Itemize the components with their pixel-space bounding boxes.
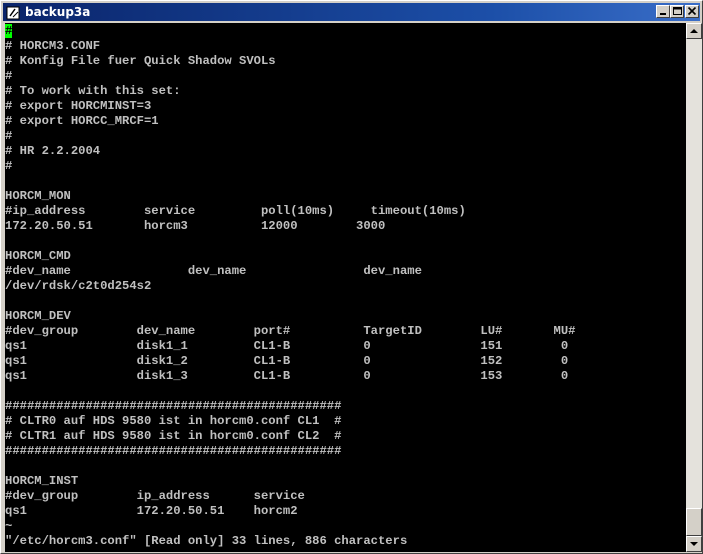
scroll-down-button[interactable] bbox=[686, 536, 702, 552]
close-button[interactable] bbox=[685, 5, 699, 18]
terminal-line: # CLTR1 auf HDS 9580 ist in horcm0.conf … bbox=[5, 429, 342, 443]
window-title: backup3a bbox=[25, 5, 91, 19]
maximize-button[interactable] bbox=[670, 5, 684, 18]
terminal-line: /dev/rdsk/c2t0d254s2 bbox=[5, 279, 152, 293]
vertical-scrollbar[interactable] bbox=[686, 23, 702, 552]
terminal-window: backup3a # # HORCM3.CONF # Konfig File fu… bbox=[0, 0, 703, 554]
terminal-app-icon[interactable] bbox=[6, 5, 20, 20]
terminal-line: HORCM_MON bbox=[5, 189, 71, 203]
title-bar[interactable]: backup3a bbox=[3, 3, 700, 21]
terminal-line: # Konfig File fuer Quick Shadow SVOLs bbox=[5, 54, 276, 68]
terminal-line: #dev_group ip_address service bbox=[5, 489, 305, 503]
terminal-line: ########################################… bbox=[5, 399, 342, 413]
terminal-line: #dev_name dev_name dev_name bbox=[5, 264, 422, 278]
status-line: "/etc/horcm3.conf" [Read only] 33 lines,… bbox=[5, 534, 408, 548]
terminal-text: # # HORCM3.CONF # Konfig File fuer Quick … bbox=[5, 24, 686, 534]
terminal-line: # bbox=[5, 69, 13, 83]
minimize-button[interactable] bbox=[656, 5, 670, 18]
terminal-line: ~ bbox=[5, 519, 13, 533]
terminal-screen[interactable]: # # HORCM3.CONF # Konfig File fuer Quick … bbox=[5, 23, 686, 552]
terminal-line: qs1 disk1_3 CL1-B 0 153 0 bbox=[5, 369, 569, 383]
terminal-line-cursor: # bbox=[5, 24, 686, 39]
terminal-line: #ip_address service poll(10ms) timeout(1… bbox=[5, 204, 466, 218]
terminal-line: # HR 2.2.2004 bbox=[5, 144, 101, 158]
text-cursor: # bbox=[5, 24, 13, 38]
terminal-line: 172.20.50.51 horcm3 12000 3000 bbox=[5, 219, 386, 233]
terminal-line: qs1 172.20.50.51 horcm2 bbox=[5, 504, 298, 518]
terminal-line: HORCM_INST bbox=[5, 474, 79, 488]
arrow-up-icon bbox=[690, 29, 698, 33]
terminal-line: HORCM_DEV bbox=[5, 309, 71, 323]
maximize-icon bbox=[673, 7, 682, 15]
terminal-line: # CLTR0 auf HDS 9580 ist in horcm0.conf … bbox=[5, 414, 342, 428]
terminal-line: # bbox=[5, 159, 13, 173]
scroll-up-button[interactable] bbox=[686, 23, 702, 39]
terminal-line: # bbox=[5, 129, 13, 143]
minimize-icon bbox=[660, 13, 666, 15]
scroll-thumb[interactable] bbox=[686, 508, 702, 536]
terminal-line: ########################################… bbox=[5, 444, 342, 458]
terminal-line: qs1 disk1_1 CL1-B 0 151 0 bbox=[5, 339, 569, 353]
close-icon bbox=[687, 7, 697, 16]
terminal-line: # export HORCC_MRCF=1 bbox=[5, 114, 159, 128]
terminal-line: # HORCM3.CONF bbox=[5, 39, 101, 53]
terminal-line: HORCM_CMD bbox=[5, 249, 71, 263]
arrow-down-icon bbox=[690, 542, 698, 546]
terminal-line: qs1 disk1_2 CL1-B 0 152 0 bbox=[5, 354, 569, 368]
terminal-line: #dev_group dev_name port# TargetID LU# M… bbox=[5, 324, 576, 338]
terminal-line: # export HORCMINST=3 bbox=[5, 99, 152, 113]
terminal-line: # To work with this set: bbox=[5, 84, 181, 98]
